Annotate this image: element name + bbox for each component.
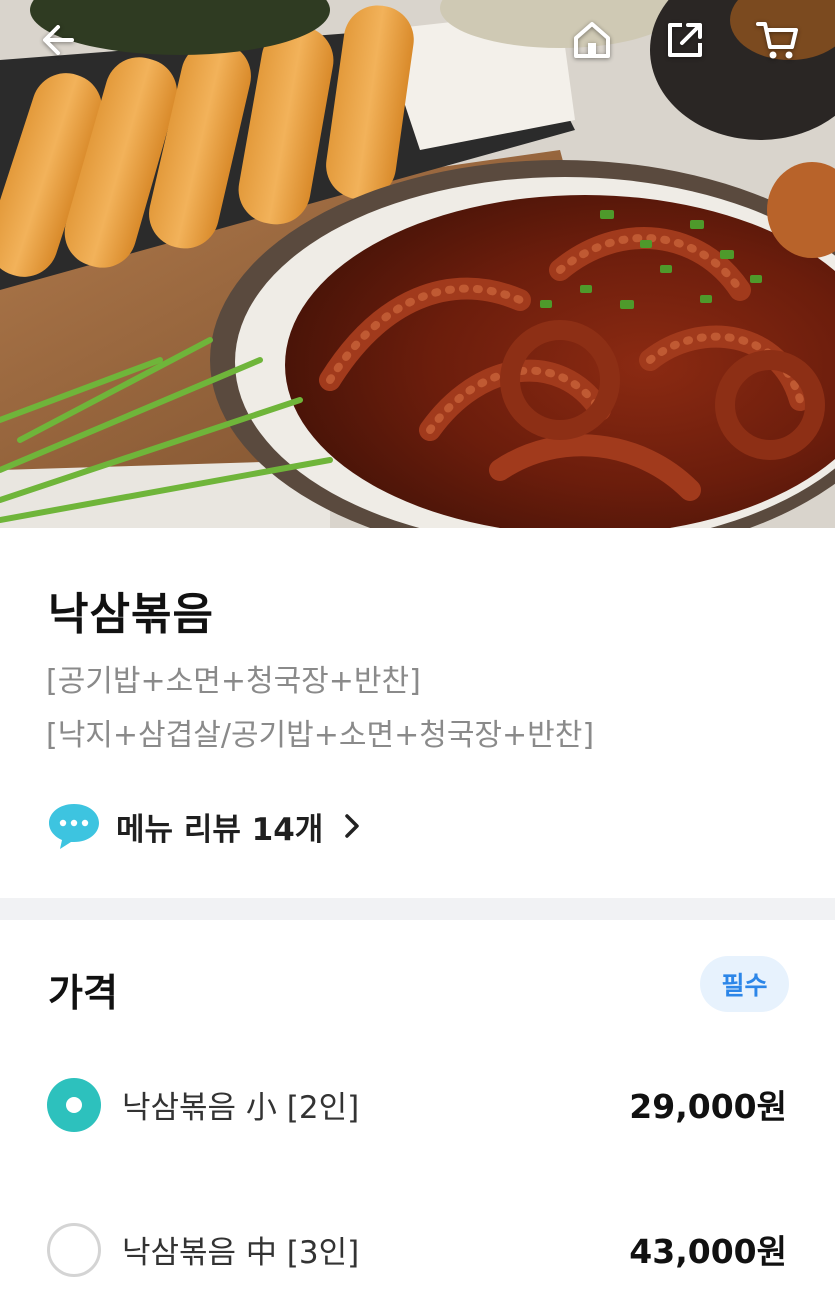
menu-description-line-2: [낙지+삼겹살/공기밥+소면+청국장+반찬]: [46, 718, 595, 753]
option-price: 43,000원: [629, 1232, 787, 1271]
menu-review-link[interactable]: 메뉴 리뷰 14개: [46, 798, 361, 854]
home-icon: [574, 22, 610, 58]
price-option-small[interactable]: 낙삼볶음 小 [2인] 29,000원: [0, 1060, 835, 1150]
home-button[interactable]: [566, 14, 618, 66]
share-button[interactable]: [659, 14, 711, 66]
option-price: 29,000원: [629, 1087, 787, 1126]
menu-photo: [0, 0, 835, 528]
required-badge: 필수: [700, 956, 789, 1012]
cart-icon: [756, 22, 798, 59]
top-navigation-bar: [0, 0, 835, 84]
option-name: 낙삼볶음 小 [2인]: [122, 1090, 360, 1126]
menu-title: 낙삼볶음: [48, 589, 214, 640]
back-button[interactable]: [32, 14, 84, 66]
cart-button[interactable]: [752, 14, 804, 66]
price-section: 가격 필수 낙삼볶음 小 [2인] 29,000원 낙삼볶음 中 [3인] 43…: [0, 920, 835, 1293]
radio-button-unselected[interactable]: [47, 1223, 101, 1277]
menu-info-section: 낙삼볶음 [공기밥+소면+청국장+반찬] [낙지+삼겹살/공기밥+소면+청국장+…: [0, 528, 835, 898]
section-divider: [0, 898, 835, 920]
chat-bubble-icon: [49, 804, 99, 849]
radio-button-selected[interactable]: [47, 1078, 101, 1132]
chevron-right-icon: [345, 814, 360, 838]
share-icon: [668, 23, 702, 57]
price-option-medium[interactable]: 낙삼볶음 中 [3인] 43,000원: [0, 1205, 835, 1295]
price-section-title: 가격: [48, 971, 118, 1015]
option-name: 낙삼볶음 中 [3인]: [122, 1235, 360, 1271]
review-link-label: 메뉴 리뷰 14개: [116, 811, 324, 848]
menu-description-line-1: [공기밥+소면+청국장+반찬]: [46, 664, 421, 699]
arrow-left-icon: [43, 25, 74, 55]
